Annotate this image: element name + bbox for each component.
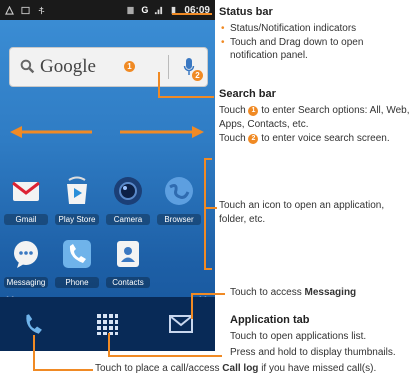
app-browser[interactable]: Browser bbox=[157, 175, 201, 225]
app-contacts[interactable]: Contacts bbox=[106, 238, 150, 288]
app-messaging[interactable]: Messaging bbox=[4, 238, 48, 288]
usb-icon bbox=[38, 6, 45, 14]
messaging-desc-pre: Touch to access bbox=[230, 287, 305, 298]
app-gmail[interactable]: Gmail bbox=[4, 175, 48, 225]
leader-messaging-v bbox=[191, 306, 193, 319]
phone-icon bbox=[63, 240, 91, 268]
leader-calllog-v bbox=[33, 335, 35, 371]
leader-apptab-h bbox=[108, 355, 222, 357]
app-label: Contacts bbox=[106, 277, 150, 288]
app-label: Phone bbox=[55, 277, 99, 288]
app-tab-line-1: Touch to open applications list. bbox=[230, 331, 367, 342]
status-bar[interactable]: G 06:09 bbox=[0, 0, 215, 20]
leader-search-h bbox=[158, 96, 214, 98]
search-icon bbox=[20, 59, 35, 74]
status-bar-bullet-2: Touch and Drag down to open notification… bbox=[221, 36, 410, 62]
leader-apptab-v bbox=[108, 333, 110, 357]
call-log-desc: Touch to place a call/access Call log if… bbox=[95, 362, 415, 376]
messaging-desc-bold: Messaging bbox=[304, 287, 357, 298]
image-icon bbox=[21, 6, 30, 14]
search-desc-2-post: to enter voice search screen. bbox=[261, 133, 390, 144]
leader-messaging-v2 bbox=[191, 293, 193, 307]
contacts-icon bbox=[117, 241, 139, 267]
leader-icons bbox=[205, 207, 217, 209]
app-play-store[interactable]: Play Store bbox=[55, 175, 99, 225]
call-log-desc-post: if you have missed call(s). bbox=[258, 363, 377, 374]
network-type: G bbox=[141, 5, 149, 15]
browser-icon bbox=[165, 177, 193, 205]
phone-dock-icon[interactable] bbox=[20, 311, 46, 337]
app-label: Messaging bbox=[4, 277, 48, 288]
search-bar-title: Search bar bbox=[219, 88, 276, 100]
app-tab-grid-icon[interactable] bbox=[95, 312, 119, 336]
search-desc-1-pre: Touch bbox=[219, 105, 246, 116]
callout-1-marker: 1 bbox=[248, 106, 259, 116]
call-log-desc-pre: Touch to place a call/access bbox=[95, 363, 223, 374]
icons-desc: Touch an icon to open an application, fo… bbox=[219, 200, 385, 225]
bracket-icons-bottom bbox=[204, 268, 212, 270]
app-label: Gmail bbox=[4, 214, 48, 225]
status-bar-bullet-1: Status/Notification indicators bbox=[221, 22, 410, 35]
swipe-arrows bbox=[10, 126, 204, 138]
app-label: Browser bbox=[157, 214, 201, 225]
gmail-icon bbox=[12, 181, 40, 201]
app-label: Play Store bbox=[55, 214, 99, 225]
phone-screen: G 06:09 Google 1 2 Gmail Play Store Came… bbox=[0, 0, 215, 351]
search-desc-2-pre: Touch bbox=[219, 133, 246, 144]
play-store-icon bbox=[67, 176, 87, 204]
messaging-desc: Touch to access Messaging bbox=[230, 286, 415, 300]
messaging-icon bbox=[14, 241, 38, 268]
leader-messaging-h bbox=[191, 293, 225, 295]
callout-2-badge: 2 bbox=[192, 70, 203, 81]
app-phone[interactable]: Phone bbox=[55, 238, 99, 288]
google-wordmark: Google bbox=[40, 56, 96, 77]
camera-icon bbox=[114, 177, 142, 205]
signal-icon bbox=[155, 6, 163, 14]
status-bar-title: Status bar bbox=[219, 6, 273, 18]
app-tab-line-2: Press and hold to display thumbnails. bbox=[230, 347, 396, 358]
callout-1-badge: 1 bbox=[124, 61, 135, 72]
search-bar-desc-2: Touch 2 to enter voice search screen. bbox=[219, 132, 413, 146]
google-search-bar[interactable]: Google 1 2 bbox=[9, 47, 208, 87]
alert-icon bbox=[5, 5, 14, 15]
leader-status-bar bbox=[172, 13, 212, 15]
call-log-desc-bold: Call log bbox=[222, 363, 259, 374]
leader-search-v bbox=[158, 72, 160, 97]
app-camera[interactable]: Camera bbox=[106, 175, 150, 225]
search-bar-desc-1: Touch 1 to enter Search options: All, We… bbox=[219, 104, 413, 132]
bracket-icons bbox=[204, 158, 206, 270]
app-label: Camera bbox=[106, 214, 150, 225]
callout-2-marker: 2 bbox=[248, 134, 259, 144]
search-divider bbox=[168, 55, 169, 79]
app-tab-title: Application tab bbox=[230, 314, 310, 326]
leader-calllog-h bbox=[33, 369, 93, 371]
bracket-icons-top bbox=[204, 158, 212, 160]
sim-icon bbox=[127, 6, 135, 14]
